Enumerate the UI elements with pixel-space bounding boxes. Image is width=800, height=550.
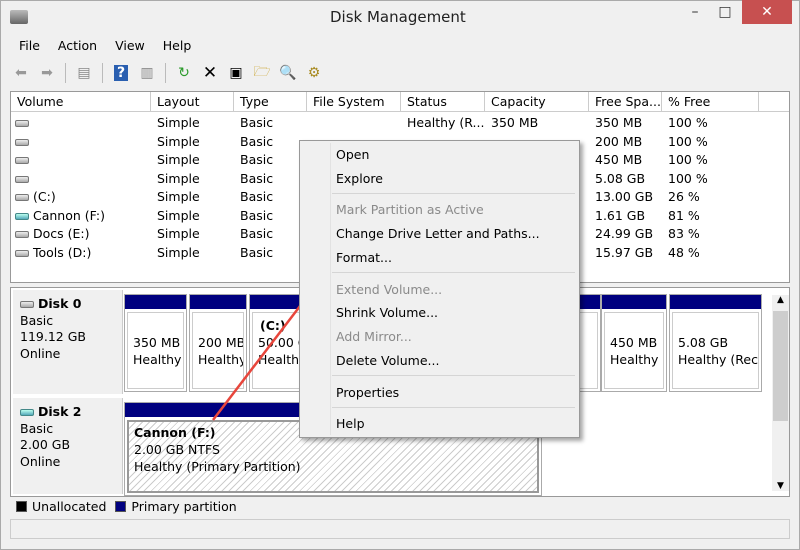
menu-item-explore[interactable]: Explore: [336, 171, 383, 186]
menu-item-change-drive-letter-and-paths[interactable]: Change Drive Letter and Paths...: [336, 226, 540, 241]
menu-item-extend-volume: Extend Volume...: [336, 282, 443, 297]
menu-item-mark-partition-as-active: Mark Partition as Active: [336, 202, 484, 217]
menu-item-add-mirror: Add Mirror...: [336, 329, 412, 344]
menu-separator: [332, 407, 575, 408]
menu-item-delete-volume[interactable]: Delete Volume...: [336, 353, 439, 368]
menu-item-shrink-volume[interactable]: Shrink Volume...: [336, 305, 438, 320]
context-menu: Open Explore Mark Partition as Active Chang…: [299, 140, 580, 438]
menu-item-properties[interactable]: Properties: [336, 385, 399, 400]
menu-item-help[interactable]: Help: [336, 416, 365, 431]
menu-item-open[interactable]: Open: [336, 147, 369, 162]
menu-separator: [332, 375, 575, 376]
menu-item-format[interactable]: Format...: [336, 250, 392, 265]
menu-separator: [332, 193, 575, 194]
menu-gutter: [330, 143, 331, 435]
menu-separator: [332, 272, 575, 273]
